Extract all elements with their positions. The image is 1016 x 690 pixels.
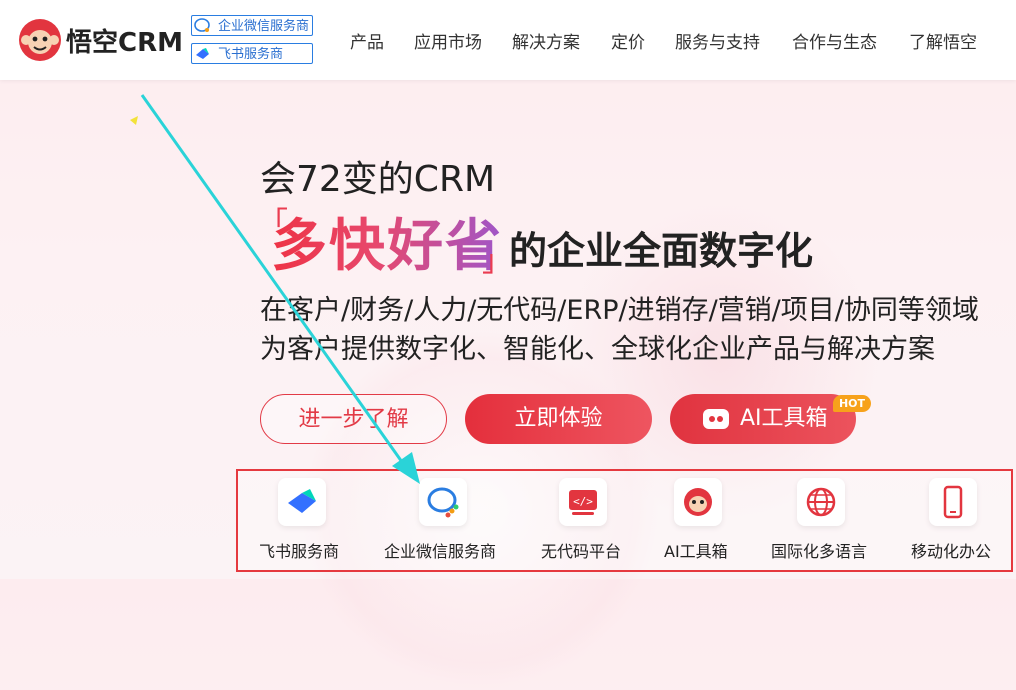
annotation-arrow	[130, 94, 420, 484]
